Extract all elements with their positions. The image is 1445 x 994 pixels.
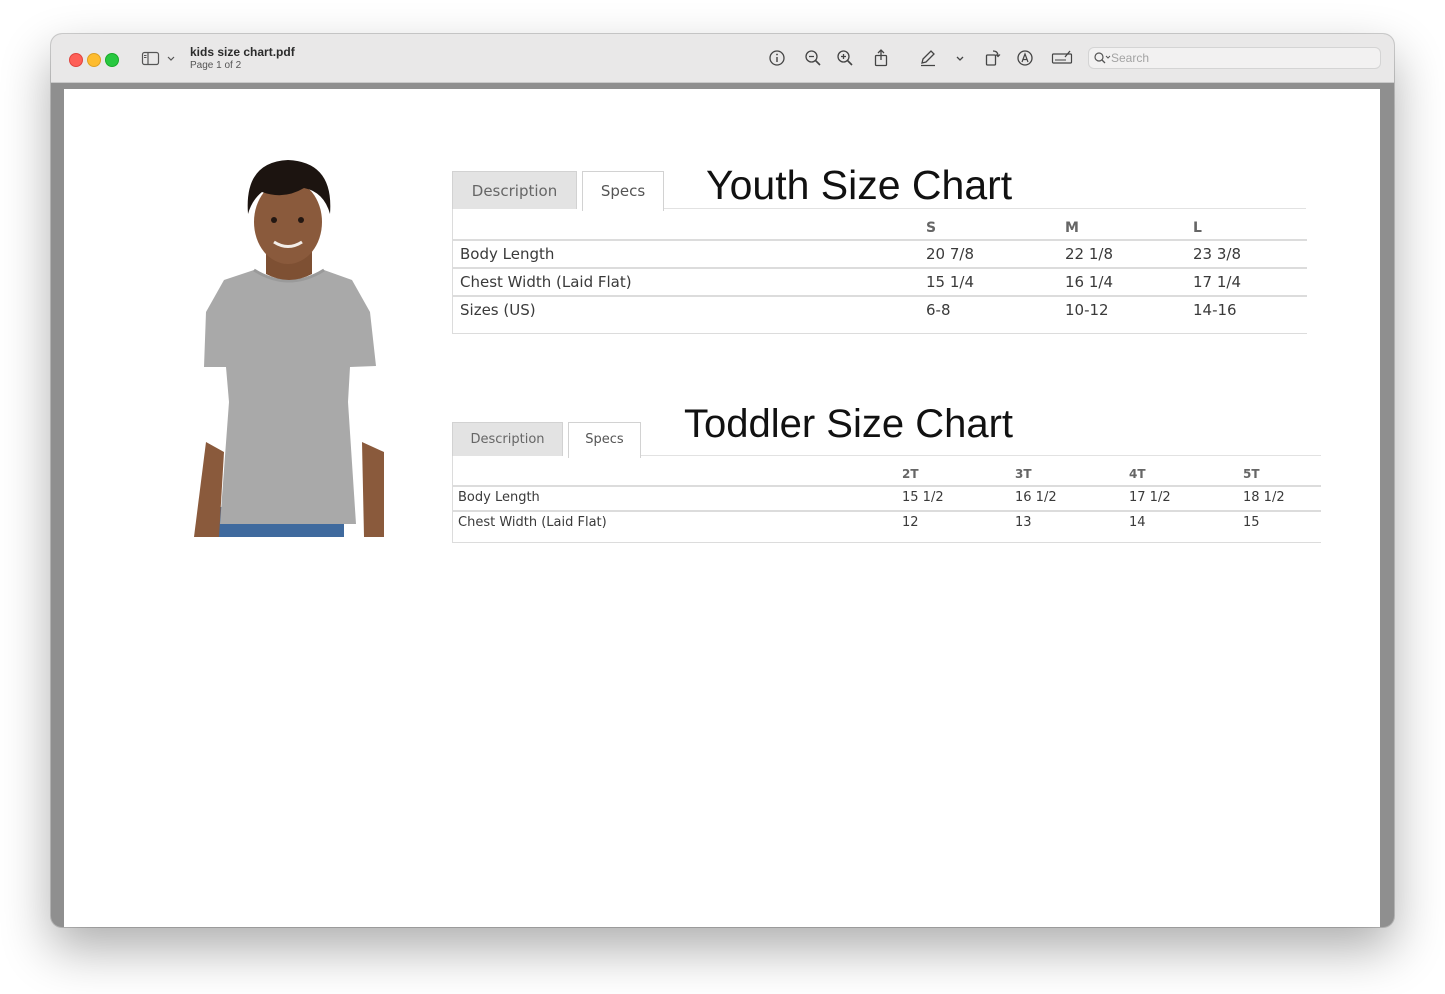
youth-row-label: Sizes (US): [460, 301, 536, 319]
sidebar-icon: [141, 51, 175, 66]
chevron-down-icon[interactable]: [949, 47, 971, 69]
preview-window: kids size chart.pdf Page 1 of 2 Search D…: [51, 34, 1394, 927]
toddler-tab-description[interactable]: Description: [452, 422, 563, 456]
youth-row-label: Chest Width (Laid Flat): [460, 273, 632, 291]
youth-cell: 15 1/4: [926, 273, 974, 291]
search-icon: [1094, 52, 1111, 64]
youth-cell: 10-12: [1065, 301, 1109, 319]
youth-cell: 16 1/4: [1065, 273, 1113, 291]
zoom-in-icon[interactable]: [834, 47, 856, 69]
page-indicator: Page 1 of 2: [190, 60, 242, 71]
title-bar: kids size chart.pdf Page 1 of 2: [51, 34, 1394, 83]
pdf-page: Description Specs Youth Size Chart S M L…: [64, 89, 1380, 927]
rotate-icon[interactable]: [981, 47, 1003, 69]
search-field[interactable]: [1088, 47, 1381, 69]
youth-cell: 23 3/8: [1193, 245, 1241, 263]
toddler-row-label: Body Length: [458, 490, 540, 505]
sidebar-toggle-button[interactable]: [141, 49, 181, 69]
share-icon[interactable]: [870, 47, 892, 69]
toddler-chart-title: Toddler Size Chart: [684, 402, 1014, 446]
annotate-icon[interactable]: [1014, 47, 1036, 69]
youth-col-l: L: [1193, 220, 1202, 236]
toddler-cell: 18 1/2: [1243, 490, 1285, 505]
youth-tab-specs[interactable]: Specs: [582, 171, 664, 211]
toddler-cell: 13: [1015, 515, 1032, 530]
toddler-size-table: 2T 3T 4T 5T Body Length 15 1/2 16 1/2 17…: [452, 456, 1321, 543]
toddler-tab-specs[interactable]: Specs: [568, 422, 641, 458]
toddler-col-3t: 3T: [1015, 467, 1032, 481]
youth-col-s: S: [926, 220, 937, 236]
close-window-button[interactable]: [69, 53, 83, 67]
toddler-cell: 12: [902, 515, 919, 530]
signature-icon[interactable]: [1051, 47, 1073, 69]
document-title: kids size chart.pdf: [190, 45, 295, 59]
youth-cell: 22 1/8: [1065, 245, 1113, 263]
youth-row-label: Body Length: [460, 245, 555, 263]
youth-chart-title: Youth Size Chart: [706, 162, 1013, 208]
youth-tab-description[interactable]: Description: [452, 171, 577, 209]
toddler-cell: 15 1/2: [902, 490, 944, 505]
toddler-cell: 14: [1129, 515, 1146, 530]
search-input[interactable]: [1111, 49, 1371, 67]
info-icon[interactable]: [766, 47, 788, 69]
toddler-cell: 17 1/2: [1129, 490, 1171, 505]
youth-cell: 20 7/8: [926, 245, 974, 263]
zoom-out-icon[interactable]: [802, 47, 824, 69]
toddler-col-5t: 5T: [1243, 467, 1260, 481]
youth-cell: 14-16: [1193, 301, 1237, 319]
toddler-col-2t: 2T: [902, 467, 919, 481]
youth-size-table: S M L Body Length 20 7/8 22 1/8 23 3/8 C…: [452, 209, 1307, 334]
minimize-window-button[interactable]: [87, 53, 101, 67]
child-model-photo: [194, 160, 384, 537]
toddler-cell: 15: [1243, 515, 1260, 530]
markup-pen-icon[interactable]: [917, 47, 939, 69]
toddler-row-label: Chest Width (Laid Flat): [458, 515, 607, 530]
youth-cell: 17 1/4: [1193, 273, 1241, 291]
youth-col-m: M: [1065, 220, 1079, 236]
fullscreen-window-button[interactable]: [105, 53, 119, 67]
toddler-cell: 16 1/2: [1015, 490, 1057, 505]
toddler-col-4t: 4T: [1129, 467, 1146, 481]
youth-cell: 6-8: [926, 301, 951, 319]
